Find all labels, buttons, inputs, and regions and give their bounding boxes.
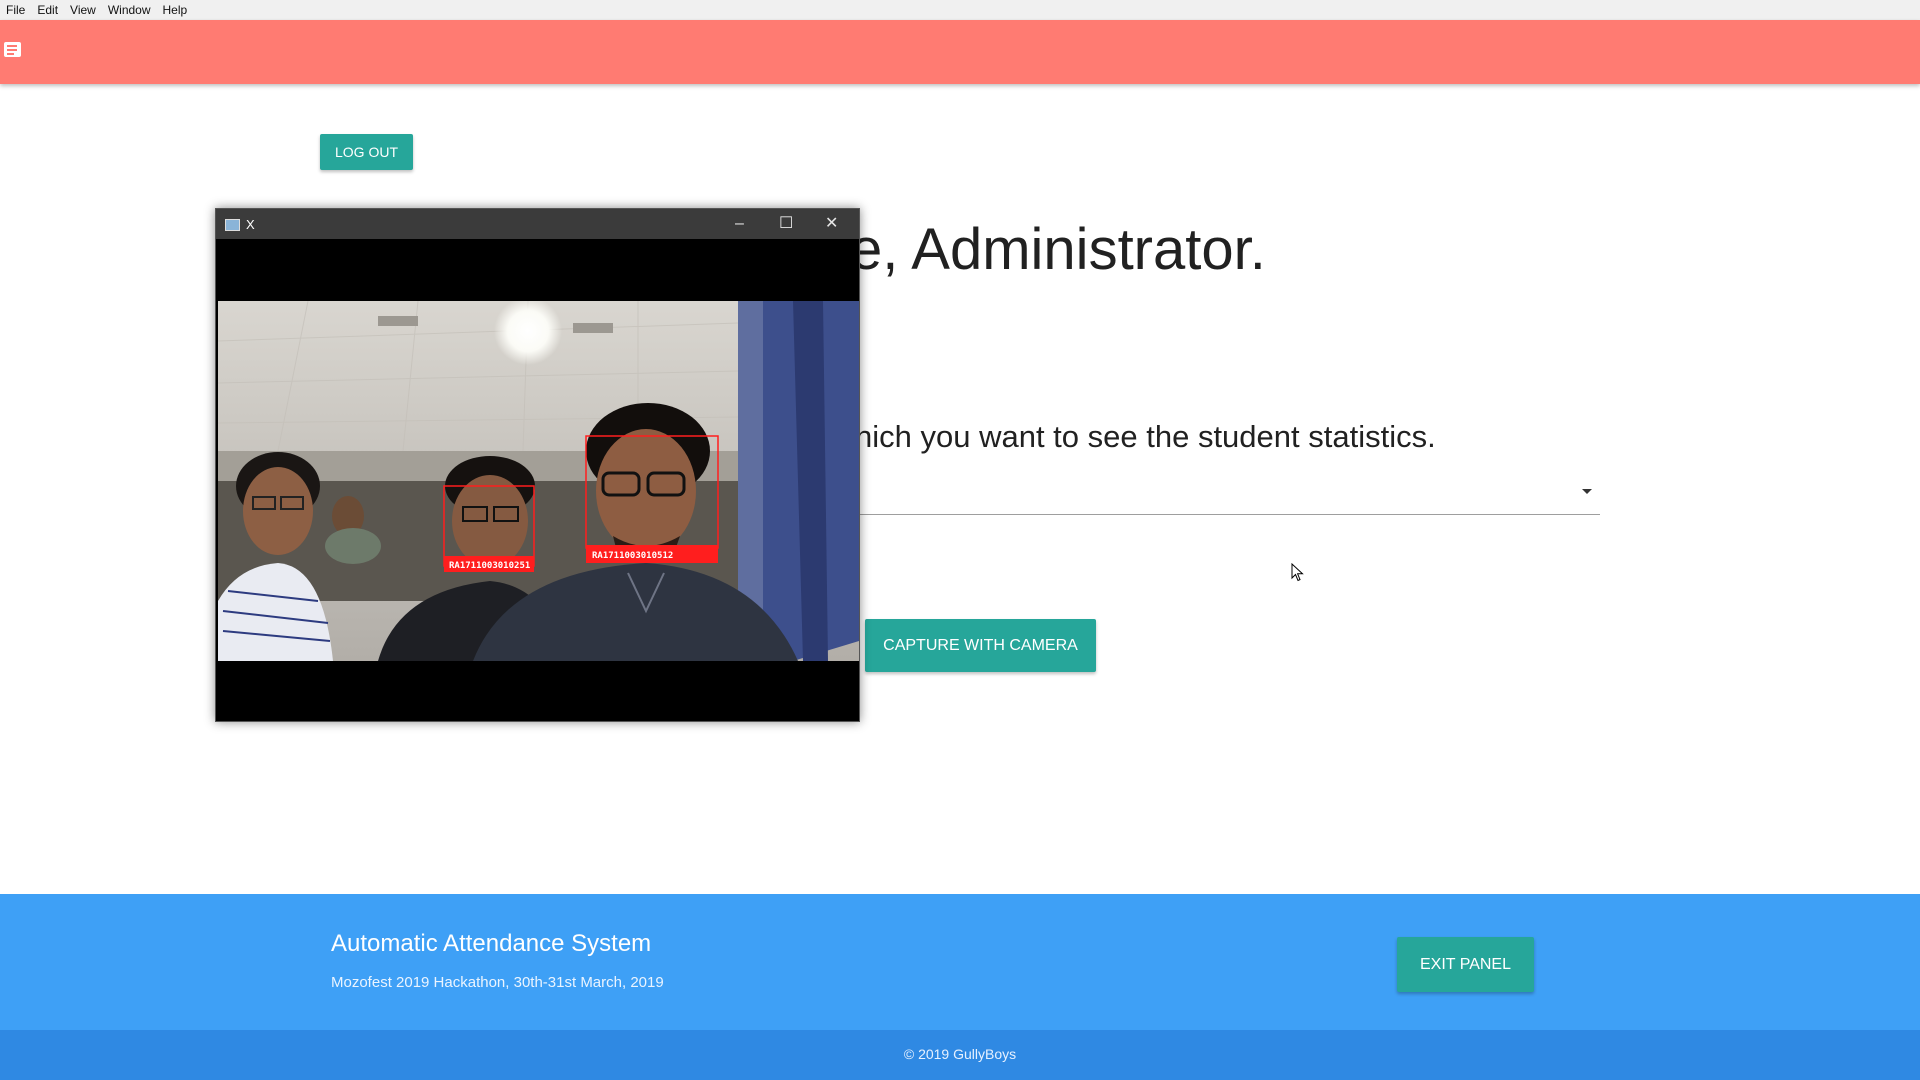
maximize-icon[interactable]: ☐ (779, 215, 793, 233)
camera-window[interactable]: X – ☐ ✕ RA1711003010251 RA1711003010512 (215, 208, 860, 722)
close-icon[interactable]: ✕ (825, 215, 838, 233)
minimize-icon[interactable]: – (735, 215, 744, 233)
detection-label-1: RA1711003010251 (449, 561, 530, 571)
menu-edit[interactable]: Edit (31, 0, 64, 20)
instruction-text: hich you want to see the student statist… (855, 419, 1436, 454)
dropdown-caret-icon[interactable] (1582, 489, 1592, 494)
menu-file[interactable]: File (0, 0, 31, 20)
menu-view[interactable]: View (64, 0, 102, 20)
mouse-cursor-icon (1291, 563, 1304, 582)
top-navbar (0, 20, 1920, 84)
camera-window-titlebar[interactable]: X – ☐ ✕ (216, 209, 859, 239)
menu-icon[interactable] (4, 42, 21, 57)
exit-panel-button[interactable]: EXIT PANEL (1397, 937, 1534, 992)
welcome-heading: e, Administrator. (850, 217, 1266, 282)
capture-with-camera-button[interactable]: CAPTURE WITH CAMERA (865, 619, 1096, 672)
footer-subtitle: Mozofest 2019 Hackathon, 30th-31st March… (331, 974, 664, 991)
camera-window-title: X (246, 217, 255, 232)
application-menubar: File Edit View Window Help (0, 0, 1920, 21)
subject-select[interactable] (858, 514, 1600, 515)
detection-label-2: RA1711003010512 (592, 551, 673, 561)
logout-button[interactable]: LOG OUT (320, 134, 413, 170)
app-window-icon (225, 219, 240, 231)
page-footer (0, 894, 1920, 1030)
copyright-text: © 2019 GullyBoys (903, 1046, 1017, 1062)
footer-title: Automatic Attendance System (331, 930, 652, 957)
menu-window[interactable]: Window (102, 0, 157, 20)
menu-help[interactable]: Help (157, 0, 194, 20)
camera-feed: RA1711003010251 RA1711003010512 (218, 301, 859, 661)
